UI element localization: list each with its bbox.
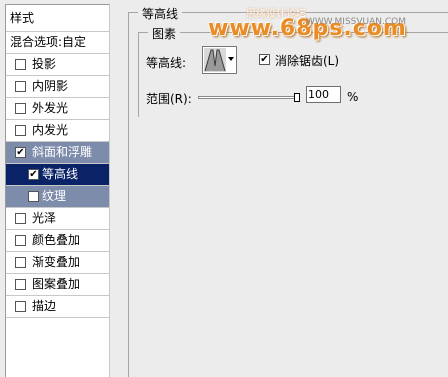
watermark-url: WWW.MISSVUAN.COM [306, 17, 406, 27]
style-item-inner-shadow[interactable]: 内阴影 [6, 76, 109, 98]
style-item-label: 斜面和浮雕 [32, 145, 93, 159]
texture-checkbox[interactable] [28, 191, 39, 202]
style-item-inner-glow[interactable]: 内发光 [6, 120, 109, 142]
style-item-gradient-overlay[interactable]: 渐变叠加 [6, 252, 109, 274]
styles-panel: 样式 混合选项:自定 投影 内阴影 外发光 内发光 ✔ 斜面和浮雕 ✔ 等高线 … [5, 4, 110, 377]
stroke-checkbox[interactable] [15, 301, 26, 312]
styles-title[interactable]: 样式 [6, 5, 109, 32]
satin-checkbox[interactable] [15, 213, 26, 224]
contour-curve-icon [204, 48, 226, 72]
style-item-texture[interactable]: 纹理 [6, 186, 109, 208]
anti-aliased-checkbox[interactable]: ✔ [259, 54, 270, 65]
contour-group: 等高线 图素 等高线: ✔ 消除锯齿(L) 范围(R): 100 % [128, 5, 448, 377]
style-item-drop-shadow[interactable]: 投影 [6, 54, 109, 76]
range-label: 范围(R): [146, 92, 192, 106]
chevron-down-icon[interactable] [228, 57, 234, 61]
style-item-label: 颜色叠加 [32, 233, 81, 247]
bevel-emboss-checkbox[interactable]: ✔ [15, 147, 26, 158]
slider-thumb-icon[interactable] [294, 93, 300, 102]
style-item-label: 描边 [32, 299, 57, 313]
style-item-label: 图案叠加 [32, 277, 81, 291]
style-item-pattern-overlay[interactable]: 图案叠加 [6, 274, 109, 296]
style-item-label: 等高线 [42, 167, 79, 181]
style-item-label: 光泽 [32, 211, 57, 225]
range-slider[interactable] [198, 96, 300, 99]
drop-shadow-checkbox[interactable] [15, 59, 26, 70]
style-item-stroke[interactable]: 描边 [6, 296, 109, 318]
color-overlay-checkbox[interactable] [15, 235, 26, 246]
range-unit: % [347, 90, 359, 104]
contour-checkbox[interactable]: ✔ [28, 169, 39, 180]
style-item-label: 渐变叠加 [32, 255, 81, 269]
style-item-bevel-emboss[interactable]: ✔ 斜面和浮雕 [6, 142, 109, 164]
style-item-label: 投影 [32, 57, 57, 71]
range-input[interactable]: 100 [306, 86, 341, 103]
style-item-outer-glow[interactable]: 外发光 [6, 98, 109, 120]
style-item-color-overlay[interactable]: 颜色叠加 [6, 230, 109, 252]
watermark-cn: 思缘设计论坛 [246, 9, 306, 20]
style-item-label: 内阴影 [32, 79, 69, 93]
contour-picker[interactable] [202, 46, 237, 74]
inner-shadow-checkbox[interactable] [15, 81, 26, 92]
contour-label: 等高线: [146, 56, 187, 70]
style-item-label: 内发光 [32, 123, 69, 137]
gradient-overlay-checkbox[interactable] [15, 257, 26, 268]
inner-glow-checkbox[interactable] [15, 125, 26, 136]
contour-group-title: 等高线 [138, 5, 183, 22]
style-item-contour[interactable]: ✔ 等高线 [6, 164, 109, 186]
elements-group: 图素 等高线: ✔ 消除锯齿(L) 范围(R): 100 % [138, 25, 448, 117]
outer-glow-checkbox[interactable] [15, 103, 26, 114]
pattern-overlay-checkbox[interactable] [15, 279, 26, 290]
style-item-label: 纹理 [42, 189, 67, 203]
anti-aliased-label[interactable]: 消除锯齿(L) [275, 52, 339, 69]
style-item-satin[interactable]: 光泽 [6, 208, 109, 230]
style-item-label: 外发光 [32, 101, 69, 115]
blending-options-item[interactable]: 混合选项:自定 [6, 32, 109, 54]
elements-group-title: 图素 [148, 25, 181, 42]
